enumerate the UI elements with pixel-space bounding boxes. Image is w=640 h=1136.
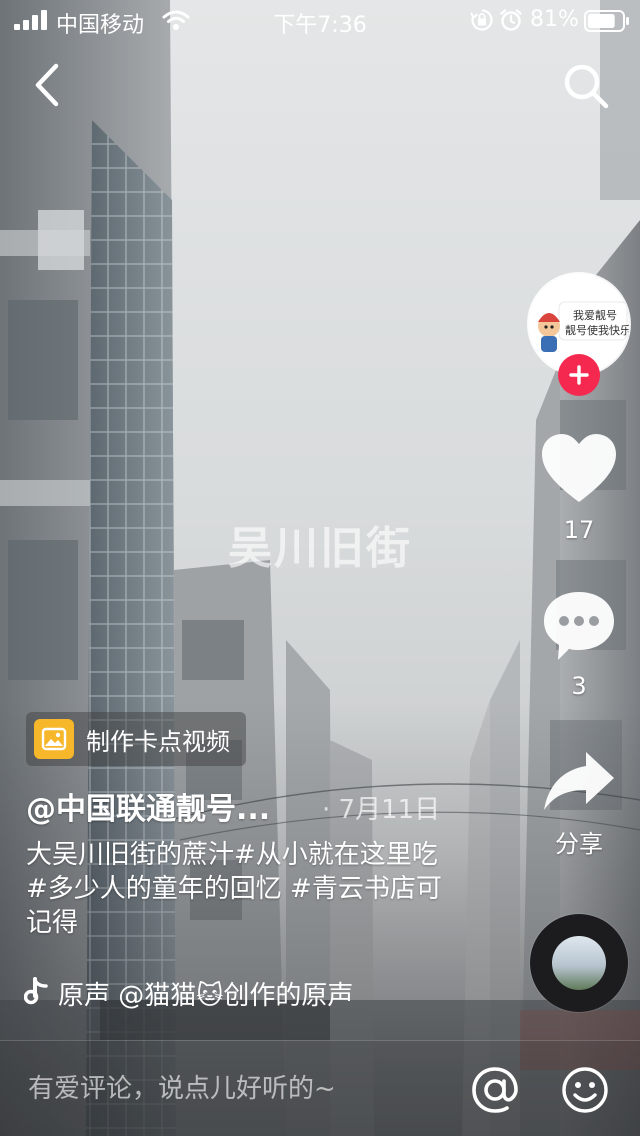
music-disc[interactable] xyxy=(530,914,628,1012)
comment-input[interactable] xyxy=(28,1067,428,1111)
at-sign-icon xyxy=(472,1067,518,1113)
back-button[interactable] xyxy=(24,58,74,112)
plus-icon xyxy=(569,365,589,385)
share-button[interactable] xyxy=(540,748,618,812)
share-label: 分享 xyxy=(555,830,603,858)
image-template-icon xyxy=(34,719,74,759)
battery-percentage: 81% xyxy=(530,7,579,32)
search-icon xyxy=(564,64,609,109)
battery-icon xyxy=(584,10,629,32)
video-caption: 大吴川旧街的蔗汁#从小就在这里吃#多少人的童年的回忆 #青云书店可记得 xyxy=(26,840,442,938)
rotation-lock-icon xyxy=(470,9,493,31)
comment-button[interactable] xyxy=(540,588,618,664)
heart-icon xyxy=(542,434,616,502)
avatar-text-line-1: 我爱靓号 xyxy=(573,309,617,322)
music-note-icon xyxy=(24,977,48,1005)
music-title: 原声 @猫猫🐱创作的原声 xyxy=(58,981,354,1011)
template-label: 制作卡点视频 xyxy=(86,727,230,756)
comment-bubble-icon xyxy=(544,592,614,660)
music-info[interactable]: 原声 @猫猫🐱创作的原声 xyxy=(24,973,396,1013)
like-count: 17 xyxy=(563,516,595,544)
follow-button[interactable] xyxy=(558,354,600,396)
avatar-text-line-2: 靓号使我快乐 xyxy=(565,324,629,337)
alarm-clock-icon xyxy=(500,9,522,31)
author-name[interactable]: @中国联通靓号... xyxy=(26,784,270,828)
smiley-face-icon xyxy=(562,1067,608,1113)
comment-count: 3 xyxy=(571,672,587,700)
mention-button[interactable] xyxy=(470,1065,520,1115)
comment-bar xyxy=(0,1040,640,1136)
status-bar: 中国移动 下午7:36 81% xyxy=(0,0,640,40)
make-video-template-chip[interactable]: 制作卡点视频 xyxy=(26,712,246,766)
chevron-left-icon xyxy=(35,63,59,107)
music-cover-thumbnail xyxy=(552,936,606,990)
share-arrow-icon xyxy=(544,752,614,810)
search-button[interactable] xyxy=(560,60,612,112)
emoji-button[interactable] xyxy=(560,1065,610,1115)
like-button[interactable] xyxy=(540,432,618,508)
video-feed-screen: 中国移动 下午7:36 81% 吴川旧街 我爱靓号 靓号使我快乐 17 3 分享… xyxy=(0,0,640,1136)
post-date: · 7月11日 xyxy=(322,795,441,825)
